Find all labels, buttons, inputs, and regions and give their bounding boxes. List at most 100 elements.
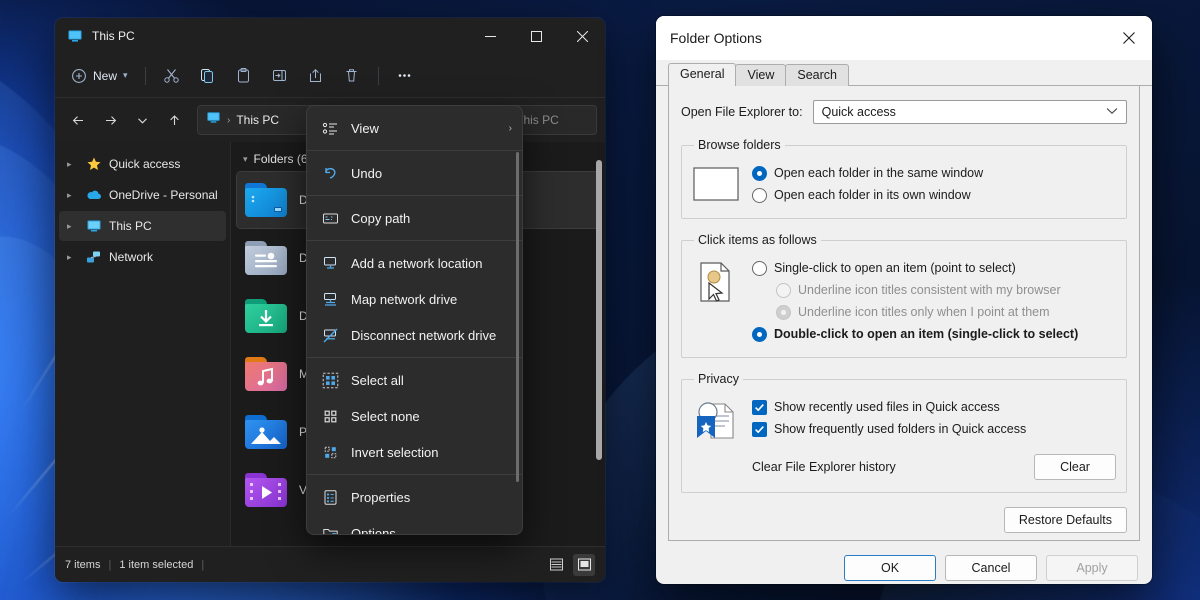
clear-button[interactable]: Clear bbox=[1034, 454, 1116, 480]
browse-folders-illustration-icon bbox=[692, 162, 740, 202]
share-button[interactable] bbox=[299, 60, 333, 92]
item-count-label: 7 items bbox=[65, 559, 100, 571]
restore-defaults-row: Restore Defaults bbox=[681, 507, 1127, 533]
menu-item-label: Undo bbox=[351, 166, 382, 181]
menu-item-label: View bbox=[351, 121, 379, 136]
window-caption-buttons bbox=[467, 18, 605, 54]
checkbox[interactable] bbox=[752, 400, 767, 415]
tab-search[interactable]: Search bbox=[785, 64, 849, 86]
file-list-scrollbar[interactable] bbox=[596, 160, 602, 460]
view-list-icon bbox=[321, 119, 339, 137]
minimize-button[interactable] bbox=[467, 18, 513, 54]
breadcrumb: This PC bbox=[236, 113, 279, 127]
menu-item-view[interactable]: View › bbox=[307, 110, 522, 146]
double-click-option[interactable]: Double-click to open an item (single-cli… bbox=[752, 323, 1116, 345]
select-none-icon bbox=[321, 407, 339, 425]
menu-item-undo[interactable]: Undo bbox=[307, 155, 522, 191]
cancel-button[interactable]: Cancel bbox=[945, 555, 1037, 581]
recent-locations-button[interactable] bbox=[127, 105, 157, 135]
menu-item-select-all[interactable]: Select all bbox=[307, 362, 522, 398]
menu-item-label: Select none bbox=[351, 409, 420, 424]
privacy-legend: Privacy bbox=[694, 372, 743, 386]
single-click-option[interactable]: Single-click to open an item (point to s… bbox=[752, 257, 1116, 279]
ok-button[interactable]: OK bbox=[844, 555, 936, 581]
context-menu-scrollbar[interactable] bbox=[516, 152, 519, 482]
menu-item-properties[interactable]: Properties bbox=[307, 479, 522, 515]
menu-item-options[interactable]: Options bbox=[307, 515, 522, 535]
chevron-right-icon[interactable]: ▸ bbox=[67, 159, 79, 170]
pictures-folder-icon bbox=[243, 413, 289, 451]
videos-folder-icon bbox=[243, 471, 289, 509]
radio-button[interactable] bbox=[752, 261, 767, 276]
close-button[interactable] bbox=[559, 18, 605, 54]
show-recent-files-option[interactable]: Show recently used files in Quick access bbox=[752, 396, 1116, 418]
click-items-legend: Click items as follows bbox=[694, 233, 821, 247]
dialog-close-button[interactable] bbox=[1106, 16, 1152, 60]
sidebar-item-onedrive[interactable]: ▸ OneDrive - Personal bbox=[59, 180, 226, 210]
menu-item-label: Invert selection bbox=[351, 445, 438, 460]
chevron-right-icon[interactable]: ▸ bbox=[67, 221, 79, 232]
toolbar-divider-2 bbox=[378, 67, 379, 85]
navigation-pane: ▸ Quick access ▸ OneDrive - Personal ▸ T… bbox=[55, 142, 230, 546]
downloads-folder-icon bbox=[243, 297, 289, 335]
star-icon bbox=[86, 156, 102, 172]
undo-icon bbox=[321, 164, 339, 182]
restore-defaults-button[interactable]: Restore Defaults bbox=[1004, 507, 1127, 533]
sidebar-item-this-pc[interactable]: ▸ This PC bbox=[59, 211, 226, 241]
menu-item-add-network-location[interactable]: Add a network location bbox=[307, 245, 522, 281]
sidebar-item-network[interactable]: ▸ Network bbox=[59, 242, 226, 272]
details-view-button[interactable] bbox=[545, 554, 567, 576]
browse-own-window-label: Open each folder in its own window bbox=[774, 188, 971, 202]
properties-icon bbox=[321, 488, 339, 506]
radio-button[interactable] bbox=[752, 166, 767, 181]
chevron-down-icon[interactable]: ▾ bbox=[243, 154, 248, 165]
menu-item-invert-selection[interactable]: Invert selection bbox=[307, 434, 522, 470]
maximize-button[interactable] bbox=[513, 18, 559, 54]
menu-item-copy-path[interactable]: Copy path bbox=[307, 200, 522, 236]
menu-item-map-network-drive[interactable]: Map network drive bbox=[307, 281, 522, 317]
select-all-icon bbox=[321, 371, 339, 389]
delete-button[interactable] bbox=[335, 60, 369, 92]
menu-item-select-none[interactable]: Select none bbox=[307, 398, 522, 434]
single-click-label: Single-click to open an item (point to s… bbox=[774, 261, 1016, 275]
see-more-button[interactable] bbox=[388, 60, 422, 92]
forward-button[interactable] bbox=[95, 105, 125, 135]
back-button[interactable] bbox=[63, 105, 93, 135]
radio-button[interactable] bbox=[752, 188, 767, 203]
tab-general[interactable]: General bbox=[668, 63, 736, 86]
chevron-right-icon[interactable]: ▸ bbox=[67, 252, 79, 263]
browse-same-window-option[interactable]: Open each folder in the same window bbox=[752, 162, 1116, 184]
cut-button[interactable] bbox=[155, 60, 189, 92]
explorer-status-bar: 7 items | 1 item selected | bbox=[55, 546, 605, 582]
sidebar-item-quick-access[interactable]: ▸ Quick access bbox=[59, 149, 226, 179]
radio-button[interactable] bbox=[752, 327, 767, 342]
menu-item-label: Properties bbox=[351, 490, 410, 505]
open-file-explorer-to-select[interactable]: Quick access bbox=[813, 100, 1127, 124]
browse-own-window-option[interactable]: Open each folder in its own window bbox=[752, 184, 1116, 206]
show-frequent-folders-option[interactable]: Show frequently used folders in Quick ac… bbox=[752, 418, 1116, 440]
apply-button[interactable]: Apply bbox=[1046, 555, 1138, 581]
rename-button[interactable] bbox=[263, 60, 297, 92]
menu-item-disconnect-network-drive[interactable]: Disconnect network drive bbox=[307, 317, 522, 353]
radio-button bbox=[776, 305, 791, 320]
chevron-right-icon[interactable]: ▸ bbox=[67, 190, 79, 201]
breadcrumb-chevron-icon: › bbox=[227, 115, 230, 126]
menu-separator bbox=[307, 240, 522, 241]
clear-history-label: Clear File Explorer history bbox=[752, 460, 896, 474]
privacy-group: Privacy bbox=[681, 372, 1127, 493]
paste-button[interactable] bbox=[227, 60, 261, 92]
copy-button[interactable] bbox=[191, 60, 225, 92]
browse-same-window-label: Open each folder in the same window bbox=[774, 166, 983, 180]
cloud-icon bbox=[86, 187, 102, 203]
checkbox[interactable] bbox=[752, 422, 767, 437]
context-menu: View › Undo Copy path Add a network loca… bbox=[306, 105, 523, 535]
tab-view[interactable]: View bbox=[735, 64, 786, 86]
network-icon bbox=[86, 249, 102, 265]
underline-browser-option: Underline icon titles consistent with my… bbox=[752, 279, 1116, 301]
up-button[interactable] bbox=[159, 105, 189, 135]
menu-item-label: Select all bbox=[351, 373, 404, 388]
menu-separator bbox=[307, 357, 522, 358]
large-icons-view-button[interactable] bbox=[573, 554, 595, 576]
new-button[interactable]: New ▾ bbox=[63, 60, 136, 92]
sidebar-item-label: OneDrive - Personal bbox=[109, 188, 218, 202]
